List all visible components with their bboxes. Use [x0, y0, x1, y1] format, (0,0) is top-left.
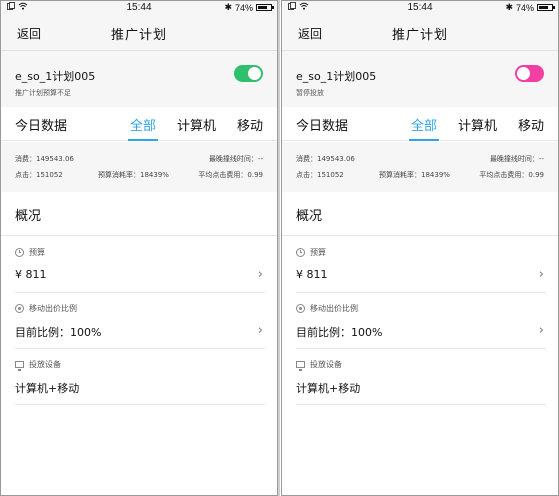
plan-toggle[interactable]	[234, 65, 263, 82]
bluetooth-icon: ✱	[505, 2, 513, 12]
budget-label: 预算	[29, 248, 45, 257]
mobile-bid-value: 目前比例：100%	[15, 326, 102, 339]
chevron-right-icon: ›	[538, 323, 544, 338]
tab-all[interactable]: 全部	[409, 115, 440, 141]
battery-icon	[537, 4, 555, 11]
tab-mobile[interactable]: 移动	[518, 115, 544, 134]
stat-avg-click-cost: 平均点击费用：0.99	[198, 171, 263, 179]
toggle-knob	[517, 67, 530, 80]
device-row: 投放设备 计算机+移动	[296, 349, 546, 405]
tab-mobile[interactable]: 移动	[237, 115, 263, 134]
monitor-icon	[296, 361, 305, 371]
toggle-knob	[248, 67, 261, 80]
overview-title: 概况	[15, 209, 42, 224]
battery-percent: 74%	[515, 2, 534, 13]
stat-clicks: 点击：151052	[15, 171, 63, 179]
status-bar: 15:44 ✱ 74%	[1, 1, 277, 15]
battery-fill	[258, 6, 267, 9]
stat-clicks: 点击：151052	[296, 171, 344, 179]
bluetooth-icon: ✱	[224, 2, 232, 12]
plan-header: e_so_1计划005 推广计划预算不足	[1, 51, 277, 107]
budget-value: ¥ 811	[296, 268, 328, 281]
screenshot-stage: 15:44 ✱ 74% 返回 推广计划 e_so_1计划005 推广计划预算不足…	[0, 0, 559, 496]
phone-screen-paused: 15:44 ✱ 74% 返回 推广计划 e_so_1计划005 暂停投放 今日数…	[281, 0, 559, 496]
nav-bar: 返回 推广计划	[1, 15, 277, 51]
budget-row[interactable]: 预算 ¥ 811 ›	[296, 237, 546, 293]
device-label: 投放设备	[310, 360, 342, 369]
tab-active-underline	[409, 139, 440, 141]
page-title: 推广计划	[110, 28, 167, 43]
plan-name: e_so_1计划005	[296, 70, 377, 83]
plan-toggle[interactable]	[515, 65, 544, 82]
tab-all-label: 全部	[411, 119, 438, 134]
status-bar: 15:44 ✱ 74%	[282, 1, 558, 15]
stat-cost: 消费：149543.06	[15, 155, 74, 163]
tab-all-label: 全部	[130, 119, 157, 134]
section-separator	[282, 184, 558, 192]
stat-budget-rate: 预算消耗率：18439%	[98, 171, 169, 179]
nav-bar: 返回 推广计划	[282, 15, 558, 51]
mobile-bid-row[interactable]: 移动出价比例 目前比例：100% ›	[296, 293, 546, 349]
status-right: ✱ 74%	[224, 2, 274, 13]
budget-value: ¥ 811	[15, 268, 47, 281]
today-data-heading: 今日数据	[296, 119, 349, 134]
device-row: 投放设备 计算机+移动	[15, 349, 265, 405]
stat-budget-rate: 预算消耗率：18439%	[379, 171, 450, 179]
chevron-right-icon: ›	[257, 267, 263, 282]
tab-active-underline	[128, 139, 159, 141]
chevron-right-icon: ›	[257, 323, 263, 338]
plan-status: 暂停投放	[296, 89, 324, 97]
battery-icon	[256, 4, 274, 11]
stat-latest-offline: 最晚撞线时间：--	[489, 155, 544, 163]
stat-cost: 消费：149543.06	[296, 155, 355, 163]
budget-row[interactable]: 预算 ¥ 811 ›	[15, 237, 265, 293]
tab-computer[interactable]: 计算机	[458, 115, 497, 134]
target-icon	[15, 304, 24, 313]
device-value: 计算机+移动	[296, 382, 361, 395]
tab-all[interactable]: 全部	[128, 115, 159, 141]
stats-panel: 消费：149543.06 最晚撞线时间：-- 点击：151052 预算消耗率：1…	[282, 142, 558, 184]
monitor-icon	[15, 361, 24, 371]
screen-divider	[278, 0, 280, 496]
device-label-row: 投放设备	[15, 359, 61, 371]
data-tabs: 今日数据 全部 计算机 移动	[1, 107, 277, 141]
clock-icon	[296, 248, 305, 257]
plan-header: e_so_1计划005 暂停投放	[282, 51, 558, 107]
overview-header: 概况	[282, 192, 558, 236]
mobile-bid-label: 移动出价比例	[29, 304, 77, 313]
tab-computer[interactable]: 计算机	[177, 115, 216, 134]
stat-latest-offline: 最晚撞线时间：--	[208, 155, 263, 163]
battery-fill	[539, 6, 548, 9]
mobile-bid-value: 目前比例：100%	[296, 326, 383, 339]
budget-label-row: 预算	[296, 247, 326, 258]
device-label: 投放设备	[29, 360, 61, 369]
overview-title: 概况	[296, 209, 323, 224]
mobile-bid-row[interactable]: 移动出价比例 目前比例：100% ›	[15, 293, 265, 349]
stats-panel: 消费：149543.06 最晚撞线时间：-- 点击：151052 预算消耗率：1…	[1, 142, 277, 184]
today-data-heading: 今日数据	[15, 119, 68, 134]
mobile-bid-label-row: 移动出价比例	[15, 303, 77, 314]
stat-avg-click-cost: 平均点击费用：0.99	[479, 171, 544, 179]
plan-name: e_so_1计划005	[15, 70, 96, 83]
plan-status: 推广计划预算不足	[15, 89, 71, 97]
chevron-right-icon: ›	[538, 267, 544, 282]
phone-screen-active: 15:44 ✱ 74% 返回 推广计划 e_so_1计划005 推广计划预算不足…	[0, 0, 278, 496]
battery-percent: 74%	[234, 2, 253, 13]
data-tabs: 今日数据 全部 计算机 移动	[282, 107, 558, 141]
page-title: 推广计划	[391, 28, 448, 43]
budget-label-row: 预算	[15, 247, 45, 258]
mobile-bid-label-row: 移动出价比例	[296, 303, 358, 314]
device-label-row: 投放设备	[296, 359, 342, 371]
status-right: ✱ 74%	[505, 2, 555, 13]
device-value: 计算机+移动	[15, 382, 80, 395]
mobile-bid-label: 移动出价比例	[310, 304, 358, 313]
clock-icon	[15, 248, 24, 257]
section-separator	[1, 184, 277, 192]
target-icon	[296, 304, 305, 313]
budget-label: 预算	[310, 248, 326, 257]
overview-header: 概况	[1, 192, 277, 236]
